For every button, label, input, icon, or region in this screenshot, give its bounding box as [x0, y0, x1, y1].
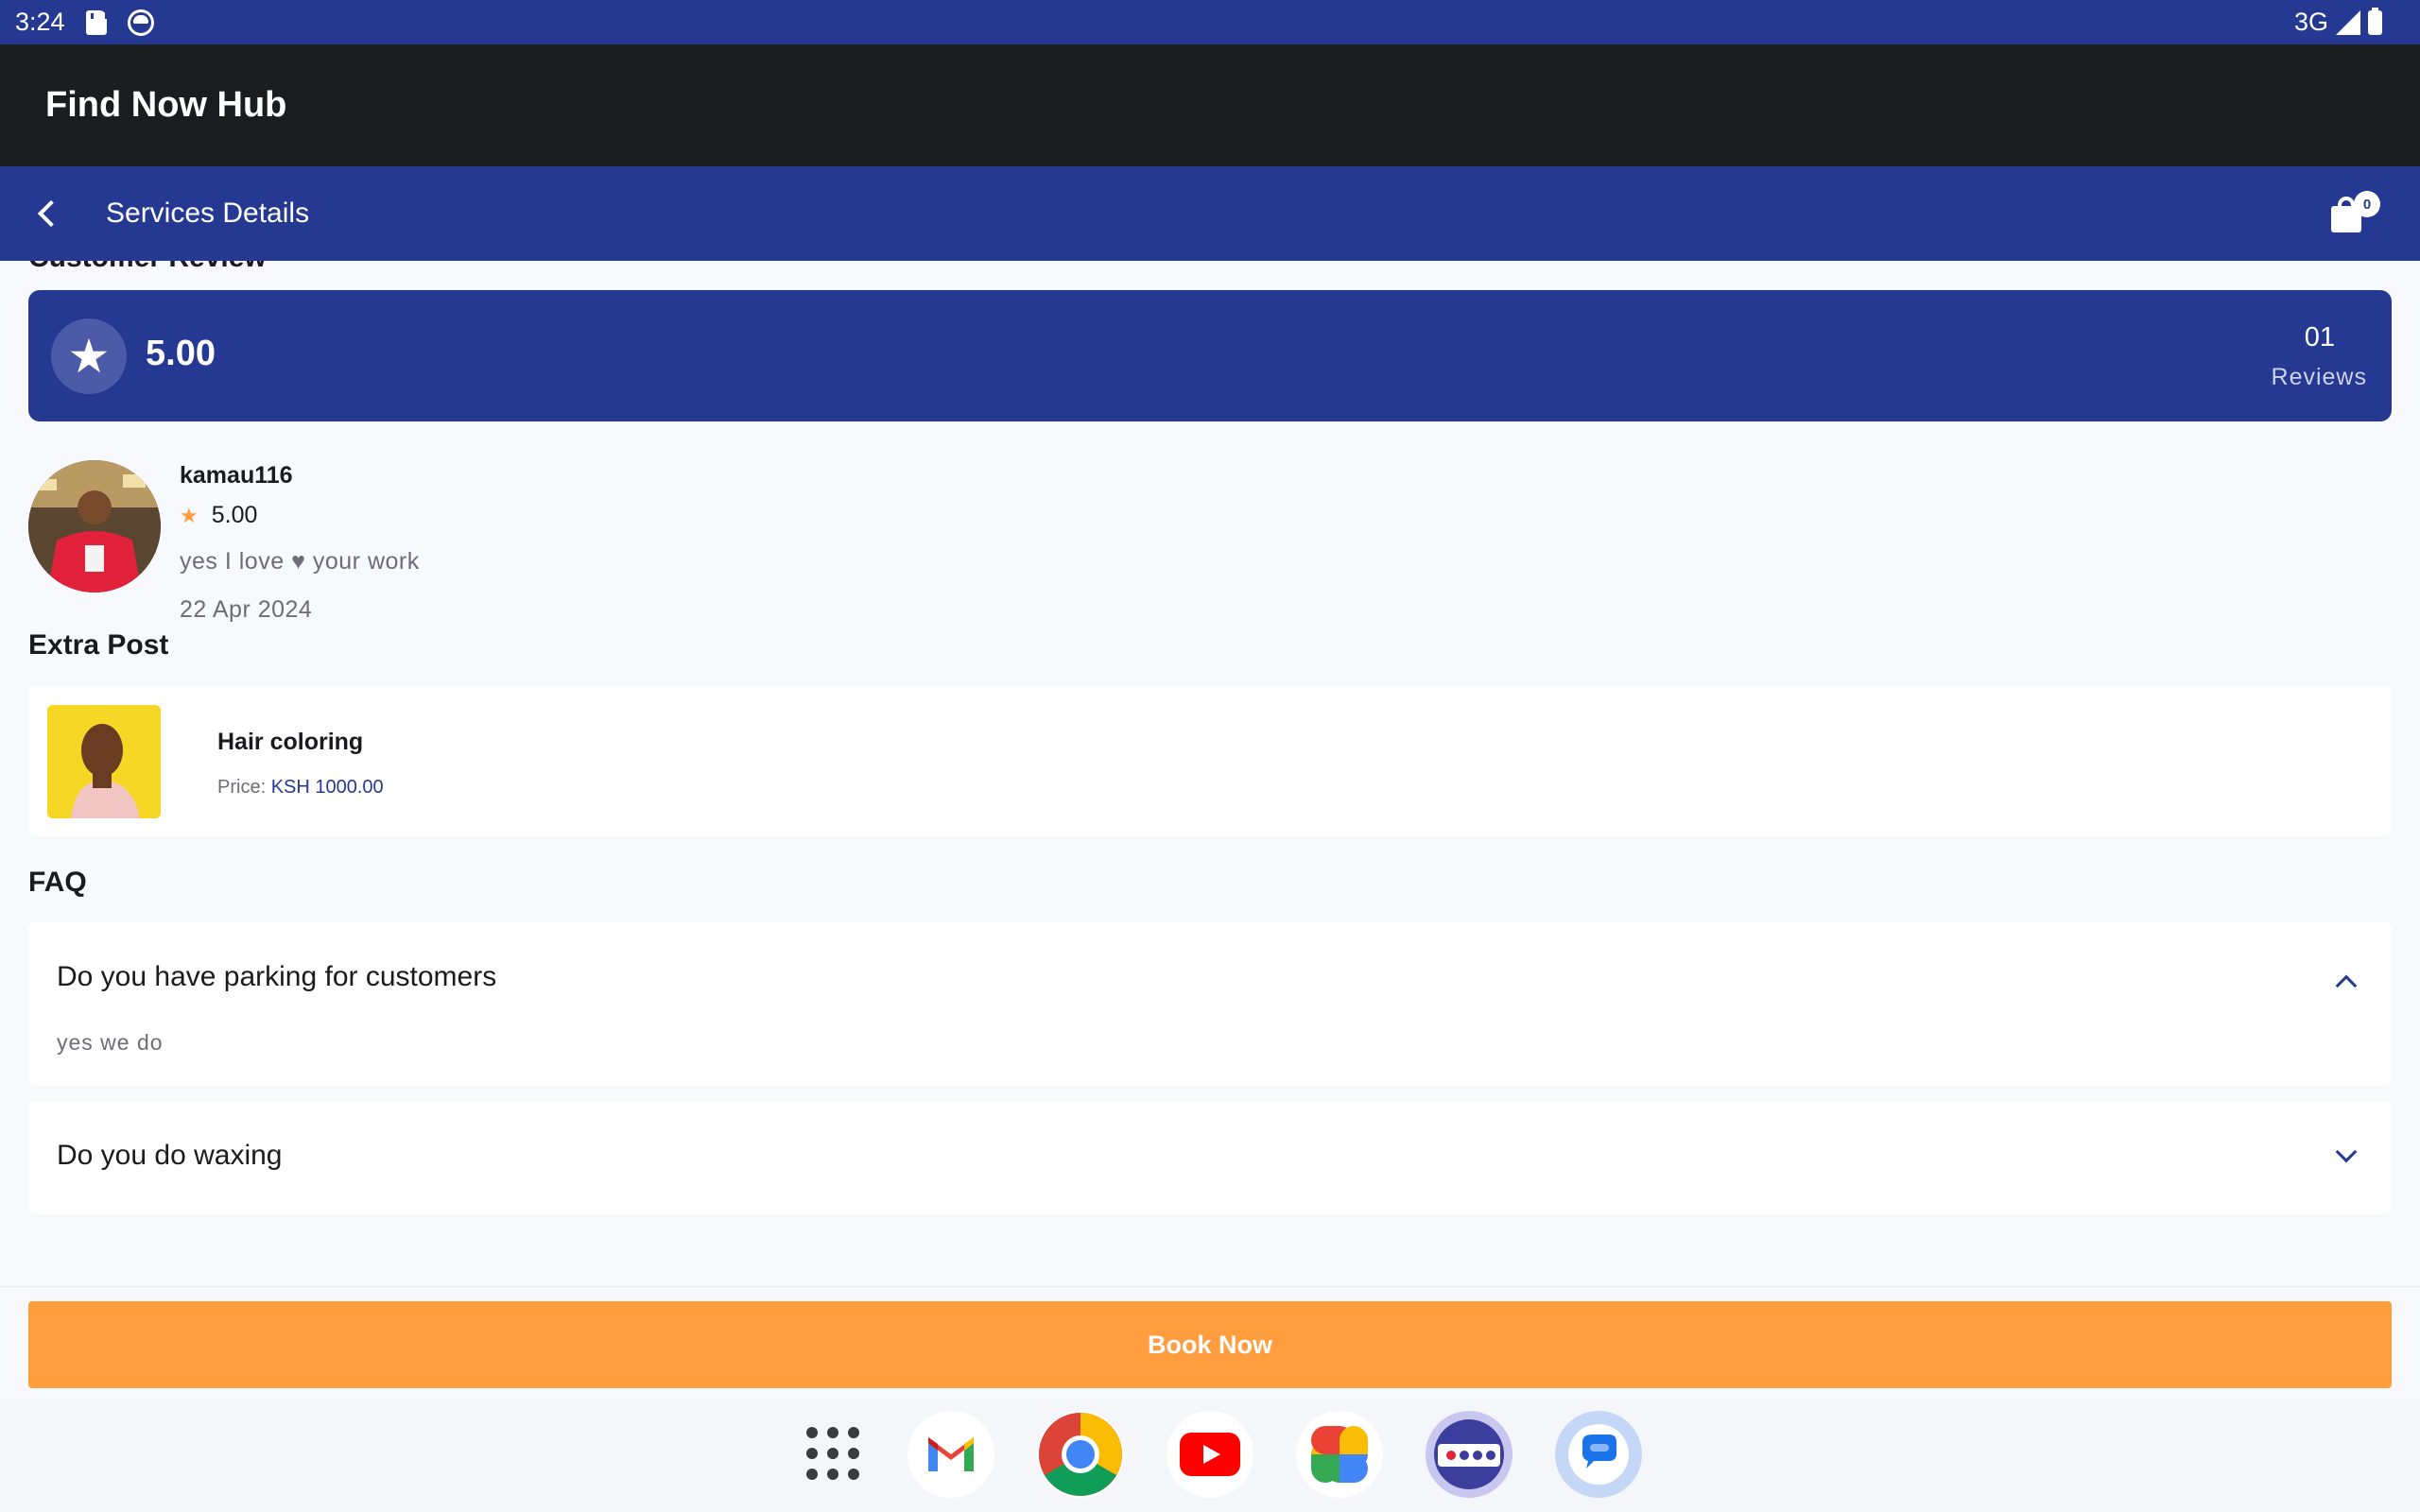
chevron-up-icon[interactable]	[2335, 974, 2358, 997]
extra-post-card[interactable]: Hair coloring Price: KSH 1000.00	[28, 686, 2392, 836]
app-title: Find Now Hub	[45, 85, 287, 125]
app-dock	[0, 1399, 2420, 1512]
price-value: KSH 1000.00	[270, 777, 384, 798]
faq-question: Do you do waxing	[57, 1140, 283, 1171]
battery-icon	[2368, 7, 2382, 35]
reviewer-avatar	[28, 460, 161, 593]
app-bar: Find Now Hub	[0, 44, 2420, 166]
review-text: yes I love ♥ your work	[180, 548, 420, 576]
status-time: 3:24	[15, 8, 65, 36]
average-rating: 5.00	[146, 334, 216, 373]
status-bar: 3:24 3G	[0, 0, 2420, 44]
post-thumbnail	[47, 705, 161, 818]
customer-review-heading: Customer Review	[28, 261, 267, 274]
sd-card-icon	[85, 9, 108, 35]
page-header: Services Details 0	[0, 166, 2420, 261]
cart-count-badge: 0	[2354, 191, 2380, 217]
faq-item[interactable]: Do you have parking for customers yes we…	[28, 922, 2392, 1086]
chrome-icon[interactable]	[1037, 1411, 1124, 1498]
faq-item[interactable]: Do you do waxing	[28, 1101, 2392, 1214]
network-type: 3G	[2293, 8, 2328, 36]
extra-post-heading: Extra Post	[28, 629, 169, 661]
faq-answer: yes we do	[57, 1030, 164, 1055]
review-count-label: Reviews	[2271, 364, 2367, 390]
book-now-button[interactable]: Book Now	[28, 1301, 2392, 1388]
reviewer-rating: ★ 5.00	[180, 502, 257, 529]
reviewer-name: kamau116	[180, 462, 293, 489]
gmail-icon[interactable]	[908, 1411, 994, 1498]
bottom-action-bar: Book Now	[0, 1286, 2420, 1399]
back-button[interactable]	[0, 166, 95, 261]
chevron-left-icon	[37, 199, 65, 228]
post-price: Price: KSH 1000.00	[217, 777, 384, 799]
apps-grid-icon[interactable]	[806, 1427, 859, 1480]
youtube-icon[interactable]	[1167, 1411, 1253, 1498]
rating-summary-card: ★ 5.00 01 Reviews	[28, 290, 2392, 421]
review-count: 01	[2304, 322, 2335, 352]
signal-icon	[2336, 9, 2360, 35]
heart-icon: ♥	[291, 548, 306, 575]
chevron-down-icon[interactable]	[2335, 1141, 2358, 1163]
notification-app-icon	[127, 9, 154, 36]
faq-heading: FAQ	[28, 867, 87, 898]
star-icon: ★	[51, 318, 127, 394]
cart-button[interactable]: 0	[2329, 191, 2380, 238]
faq-question: Do you have parking for customers	[57, 961, 497, 992]
review-date: 22 Apr 2024	[180, 596, 313, 623]
scroll-content[interactable]: Customer Review ★ 5.00 01 Reviews kamau1…	[0, 261, 2420, 1286]
photos-icon[interactable]	[1296, 1411, 1383, 1498]
messages-icon[interactable]	[1555, 1411, 1642, 1498]
review-text-start: yes I love	[180, 548, 285, 575]
findnow-app-icon[interactable]	[1426, 1411, 1512, 1498]
review-item: kamau116 ★ 5.00 yes I love ♥ your work 2…	[28, 460, 1352, 623]
star-icon: ★	[180, 503, 199, 527]
post-name: Hair coloring	[217, 729, 364, 755]
page-title: Services Details	[106, 198, 310, 229]
price-label: Price:	[217, 777, 267, 798]
review-text-end: your work	[312, 548, 420, 575]
reviewer-rating-value: 5.00	[211, 502, 258, 528]
